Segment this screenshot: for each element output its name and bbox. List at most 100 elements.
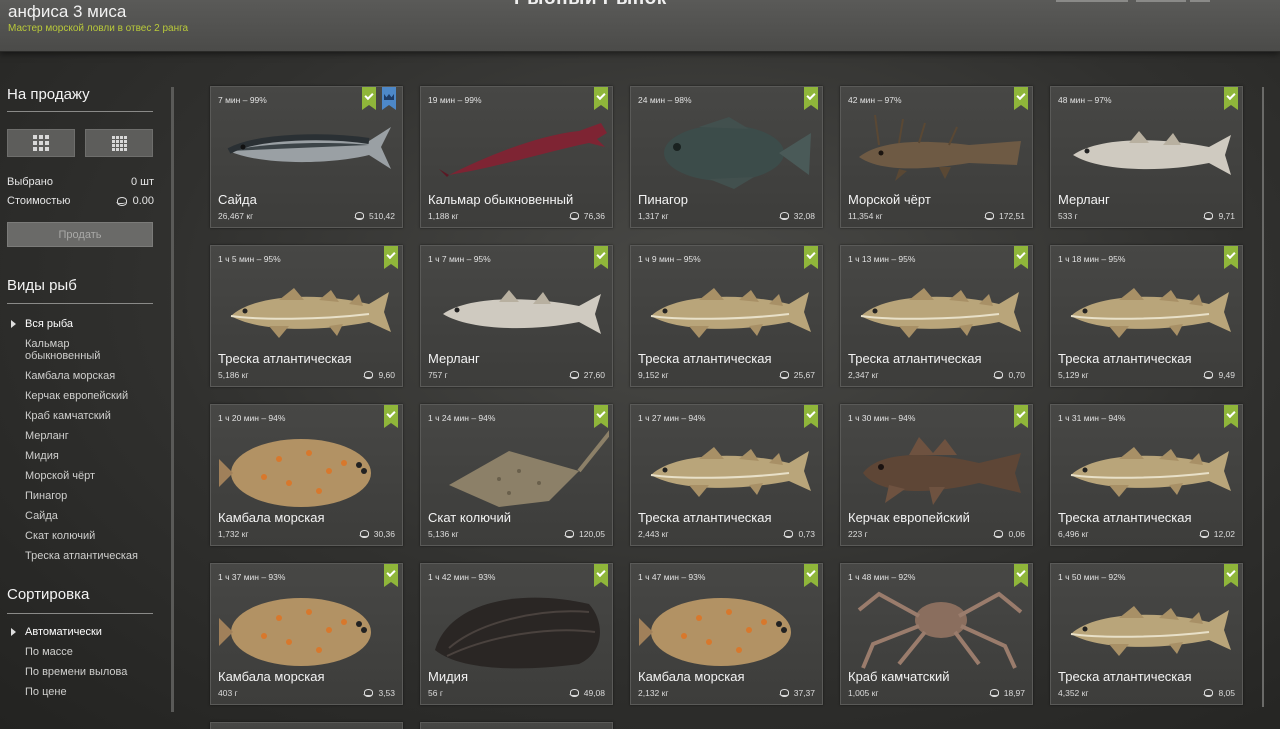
- selected-label: Выбрано: [7, 176, 53, 188]
- catch-name: Кальмар обыкновенный: [428, 192, 574, 207]
- cod-icon: [230, 288, 391, 338]
- divider: [7, 111, 153, 112]
- selected-value: 0 шт: [130, 176, 154, 188]
- selected-check-icon[interactable]: [1014, 405, 1028, 428]
- sort-option-item[interactable]: По массе: [0, 646, 170, 658]
- species-filter-item[interactable]: Скат колючий: [0, 530, 170, 542]
- catch-time: 48 мин – 97%: [1058, 95, 1112, 105]
- plaice-icon: [219, 598, 371, 666]
- top-tab-button[interactable]: [1190, 0, 1210, 2]
- catch-card[interactable]: 1 ч 24 мин – 94% Скат колючий 5,136 кг 1…: [420, 404, 613, 546]
- species-heading: Виды рыб: [7, 277, 77, 294]
- species-filter-item[interactable]: Пинагор: [0, 490, 170, 502]
- catch-card[interactable]: 1 ч 13 мин – 95% Треска атлантическая 2,…: [840, 245, 1033, 387]
- catch-card[interactable]: 1 ч 7 мин – 95% Мерланг 757 г 27,60: [420, 245, 613, 387]
- catch-card[interactable]: 1 ч 9 мин – 95% Треска атлантическая 9,1…: [630, 245, 823, 387]
- species-filter-item[interactable]: Вся рыба: [0, 318, 170, 330]
- catch-price-value: 3,53: [378, 688, 395, 698]
- sidebar-scrollbar[interactable]: [171, 87, 174, 712]
- catch-card[interactable]: 1 ч 48 мин – 92% Краб камчатский 1,005 к…: [840, 563, 1033, 705]
- catch-card-partial[interactable]: [210, 722, 403, 729]
- catch-weight: 2,132 кг: [638, 688, 669, 698]
- catch-weight: 11,354 кг: [848, 211, 883, 221]
- catch-card[interactable]: 1 ч 47 мин – 93% Камбала морская 2,132 к…: [630, 563, 823, 705]
- small-grid-icon: [111, 135, 127, 151]
- whiting-icon: [443, 290, 601, 334]
- cost-row: Стоимостью 0.00: [7, 195, 154, 207]
- cod-icon: [650, 447, 811, 497]
- species-filter-item[interactable]: Треска атлантическая: [0, 550, 170, 562]
- selected-check-icon[interactable]: [1014, 87, 1028, 110]
- coin-icon: [568, 371, 579, 379]
- catch-card[interactable]: 19 мин – 99% Кальмар обыкновенный 1,188 …: [420, 86, 613, 228]
- large-grid-view-button[interactable]: [7, 129, 75, 157]
- catch-card[interactable]: 42 мин – 97% Морской чёрт 11,354 кг 172,…: [840, 86, 1033, 228]
- species-filter-item[interactable]: Мидия: [0, 450, 170, 462]
- selected-check-icon[interactable]: [384, 246, 398, 269]
- catch-card-partial[interactable]: [420, 722, 613, 729]
- catch-time: 42 мин – 97%: [848, 95, 902, 105]
- species-filter-item[interactable]: Сайда: [0, 510, 170, 522]
- catch-card[interactable]: 24 мин – 98% Пинагор 1,317 кг 32,08: [630, 86, 823, 228]
- selected-check-icon[interactable]: [1224, 405, 1238, 428]
- catch-card[interactable]: 1 ч 30 мин – 94% Керчак европейский 223 …: [840, 404, 1033, 546]
- small-grid-view-button[interactable]: [85, 129, 153, 157]
- selected-check-icon[interactable]: [594, 405, 608, 428]
- selected-check-icon[interactable]: [804, 405, 818, 428]
- catch-time: 24 мин – 98%: [638, 95, 692, 105]
- squid-icon: [439, 123, 607, 177]
- catch-card[interactable]: 1 ч 42 мин – 93% Мидия 56 г 49,08: [420, 563, 613, 705]
- player-rank: Мастер морской ловли в отвес 2 ранга: [8, 23, 189, 34]
- top-tab-button[interactable]: [1056, 0, 1128, 2]
- selected-check-icon[interactable]: [804, 246, 818, 269]
- species-filter-item[interactable]: Морской чёрт: [0, 470, 170, 482]
- selected-check-icon[interactable]: [1014, 564, 1028, 587]
- catch-price-value: 9,60: [378, 370, 395, 380]
- selected-check-icon[interactable]: [804, 564, 818, 587]
- species-filter-item[interactable]: Краб камчатский: [0, 410, 170, 422]
- species-filter-item[interactable]: Мерланг: [0, 430, 170, 442]
- selected-check-icon[interactable]: [384, 564, 398, 587]
- sort-option-item[interactable]: По времени вылова: [0, 666, 170, 678]
- coin-icon: [363, 371, 374, 379]
- species-filter-item[interactable]: Кальмар обыкновенный: [0, 338, 115, 362]
- catch-card[interactable]: 1 ч 50 мин – 92% Треска атлантическая 4,…: [1050, 563, 1243, 705]
- species-filter-item[interactable]: Керчак европейский: [0, 390, 170, 402]
- catch-weight: 5,136 кг: [428, 529, 459, 539]
- selected-check-icon[interactable]: [594, 564, 608, 587]
- catch-weight: 56 г: [428, 688, 443, 698]
- top-tab-button[interactable]: [1136, 0, 1186, 2]
- selected-check-icon[interactable]: [1224, 246, 1238, 269]
- selected-check-icon[interactable]: [1014, 246, 1028, 269]
- catch-card[interactable]: 1 ч 20 мин – 94% Камбала морская 1,732 к…: [210, 404, 403, 546]
- selected-check-icon[interactable]: [594, 87, 608, 110]
- selected-check-icon[interactable]: [1224, 87, 1238, 110]
- catch-card[interactable]: 7 мин – 99% Сайда 26,467 кг 510,42: [210, 86, 403, 228]
- catch-weight: 2,347 кг: [848, 370, 879, 380]
- catch-price-value: 18,97: [1003, 688, 1025, 698]
- sell-button[interactable]: Продать: [7, 222, 153, 247]
- species-filter-item[interactable]: Камбала морская: [0, 370, 170, 382]
- catch-name: Мерланг: [428, 351, 480, 366]
- sort-option-item[interactable]: По цене: [0, 686, 170, 698]
- catch-card[interactable]: 1 ч 27 мин – 94% Треска атлантическая 2,…: [630, 404, 823, 546]
- catch-card[interactable]: 1 ч 5 мин – 95% Треска атлантическая 5,1…: [210, 245, 403, 387]
- catch-weight: 6,496 кг: [1058, 529, 1089, 539]
- catch-weight: 403 г: [218, 688, 238, 698]
- catch-card[interactable]: 1 ч 37 мин – 93% Камбала морская 403 г 3…: [210, 563, 403, 705]
- cod-icon: [650, 288, 811, 338]
- sort-option-item[interactable]: Автоматически: [0, 626, 170, 638]
- selected-check-icon[interactable]: [362, 87, 376, 110]
- selected-check-icon[interactable]: [594, 246, 608, 269]
- grid-scrollbar[interactable]: [1262, 87, 1264, 707]
- selected-check-icon[interactable]: [804, 87, 818, 110]
- catch-card[interactable]: 1 ч 18 мин – 95% Треска атлантическая 5,…: [1050, 245, 1243, 387]
- selected-check-icon[interactable]: [1224, 564, 1238, 587]
- catch-price: 12,02: [1198, 529, 1235, 539]
- selected-check-icon[interactable]: [384, 405, 398, 428]
- catch-weight: 2,443 кг: [638, 529, 669, 539]
- catch-card[interactable]: 1 ч 31 мин – 94% Треска атлантическая 6,…: [1050, 404, 1243, 546]
- catch-price: 510,42: [354, 211, 395, 221]
- catch-name: Скат колючий: [428, 510, 511, 525]
- catch-card[interactable]: 48 мин – 97% Мерланг 533 г 9,71: [1050, 86, 1243, 228]
